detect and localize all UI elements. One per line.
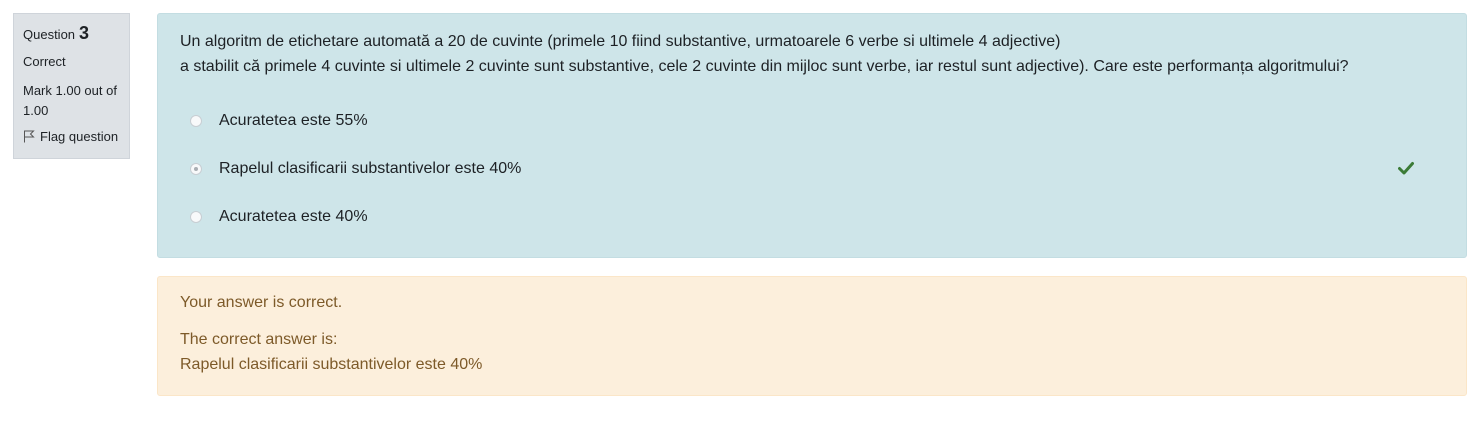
answer-label-3: Acuratetea este 40% [219, 208, 368, 225]
flag-question-button[interactable]: Flag question [23, 129, 120, 144]
question-number-value: 3 [79, 23, 90, 43]
right-answer-heading: The correct answer is: [180, 331, 338, 348]
question-text-line-1: Un algoritm de etichetare automată a 20 … [180, 33, 1061, 50]
question-formulation: Un algoritm de etichetare automată a 20 … [157, 13, 1467, 258]
answer-radio-3[interactable] [190, 211, 202, 223]
answer-list: Acuratetea este 55% Rapelul clasificarii… [180, 97, 1444, 241]
question-label: Question [23, 27, 76, 42]
question-outcome: Your answer is correct. The correct answ… [157, 276, 1467, 396]
question-number: Question 3 [23, 23, 120, 44]
answer-radio-2[interactable] [190, 163, 202, 175]
question-info-panel: Question 3 Correct Mark 1.00 out of 1.00… [13, 13, 130, 159]
answer-option-1[interactable]: Acuratetea este 55% [180, 97, 1444, 145]
question-text: Un algoritm de etichetare automată a 20 … [180, 29, 1444, 79]
flag-question-label: Flag question [40, 129, 119, 144]
question-text-line-2: a stabilit că primele 4 cuvinte si ultim… [180, 58, 1349, 75]
right-answer-value: Rapelul clasificarii substantivelor este… [180, 356, 483, 373]
answer-feedback: Your answer is correct. [180, 294, 343, 311]
question-state: Correct [23, 54, 66, 69]
answer-option-3[interactable]: Acuratetea este 40% [180, 193, 1444, 241]
answer-label-2: Rapelul clasificarii substantivelor este… [219, 160, 522, 177]
answer-option-2[interactable]: Rapelul clasificarii substantivelor este… [180, 145, 1444, 193]
check-icon [1398, 162, 1414, 175]
answer-label-1: Acuratetea este 55% [219, 112, 368, 129]
question-grade: Mark 1.00 out of 1.00 [23, 83, 117, 118]
right-answer: The correct answer is: Rapelul clasifica… [180, 327, 1444, 377]
answer-radio-1[interactable] [190, 115, 202, 127]
flag-icon [24, 130, 35, 143]
